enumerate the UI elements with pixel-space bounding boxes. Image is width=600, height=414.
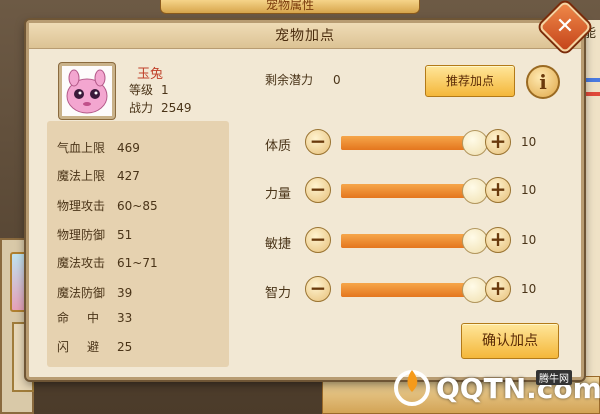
site-watermark: QQTN.com 腾牛网 xyxy=(388,362,600,410)
background-blue-stripe xyxy=(586,78,600,82)
flame-logo-icon xyxy=(394,370,430,406)
remaining-potential-value: 0 xyxy=(333,73,341,87)
decrease-button[interactable]: − xyxy=(305,227,331,253)
stat-value: 427 xyxy=(117,169,140,183)
remaining-potential-label: 剩余潜力 xyxy=(265,73,314,87)
attribute-label: 智力 xyxy=(265,286,292,301)
attribute-value: 10 xyxy=(521,183,537,197)
slider-fill xyxy=(341,136,475,150)
dialog-title: 宠物加点 xyxy=(275,28,335,44)
attribute-row-strength: 力量 − + 10 xyxy=(265,177,565,205)
decrease-button[interactable]: − xyxy=(305,177,331,203)
attribute-value: 10 xyxy=(521,135,537,149)
slider-fill xyxy=(341,234,475,248)
decrease-button[interactable]: − xyxy=(305,276,331,302)
watermark-tag: 腾牛网 xyxy=(536,370,572,385)
stat-label: 魔法上限 xyxy=(57,169,106,183)
increase-button[interactable]: + xyxy=(485,276,511,302)
background-red-stripe xyxy=(586,92,600,96)
slider-fill xyxy=(341,184,475,198)
slider-fill xyxy=(341,283,475,297)
stat-row: 闪避25 xyxy=(57,338,132,355)
stats-panel: 气血上限 469 魔法上限 427 物理攻击 60~85 物理防御 51 魔法攻击 61~… xyxy=(47,121,229,367)
pet-level: 等级 1 xyxy=(129,81,169,98)
stat-value: 51 xyxy=(117,228,133,242)
increase-button[interactable]: + xyxy=(485,129,511,155)
increase-button[interactable]: + xyxy=(485,177,511,203)
rabbit-pet-icon xyxy=(62,66,112,116)
attribute-label: 力量 xyxy=(265,187,292,202)
stat-value: 60~85 xyxy=(117,199,158,213)
stat-row: 魔法攻击 61~71 xyxy=(57,254,158,271)
confirm-allocate-button[interactable]: 确认加点 xyxy=(461,323,559,359)
attribute-row-agility: 敏捷 − + 10 xyxy=(265,227,565,255)
pet-power-value: 2549 xyxy=(161,101,192,115)
watermark-text: QQTN.com xyxy=(436,372,600,405)
recommend-allocate-button[interactable]: 推荐加点 xyxy=(425,65,515,97)
attribute-slider[interactable] xyxy=(341,130,488,156)
stat-row: 魔法防御 39 xyxy=(57,284,132,301)
attribute-label: 体质 xyxy=(265,139,292,154)
stat-value: 25 xyxy=(117,340,133,354)
attribute-label: 敏捷 xyxy=(265,237,292,252)
stat-value: 61~71 xyxy=(117,256,158,270)
pet-name: 玉兔 xyxy=(137,67,164,82)
stat-label: 气血上限 xyxy=(57,141,106,155)
background-title-banner: 宠物属性 xyxy=(160,0,420,14)
attribute-value: 10 xyxy=(521,282,537,296)
pet-power: 战力 2549 xyxy=(129,99,192,116)
pet-power-label: 战力 xyxy=(129,101,154,115)
pet-level-label: 等级 xyxy=(129,83,154,97)
stat-value: 33 xyxy=(117,311,133,325)
attribute-row-intelligence: 智力 − + 10 xyxy=(265,276,565,304)
stat-row: 物理防御 51 xyxy=(57,226,132,243)
stat-row: 命中33 xyxy=(57,309,132,326)
attribute-row-constitution: 体质 − + 10 xyxy=(265,129,565,157)
stat-label: 物理防御 xyxy=(57,228,106,242)
stat-value: 469 xyxy=(117,141,140,155)
attribute-slider[interactable] xyxy=(341,178,488,204)
stat-value: 39 xyxy=(117,286,133,300)
stat-label: 闪避 xyxy=(57,340,118,354)
stat-row: 物理攻击 60~85 xyxy=(57,197,158,214)
attribute-value: 10 xyxy=(521,233,537,247)
attribute-slider[interactable] xyxy=(341,277,488,303)
stat-row: 魔法上限 427 xyxy=(57,167,140,184)
stat-label: 物理攻击 xyxy=(57,199,106,213)
attribute-slider[interactable] xyxy=(341,228,488,254)
decrease-button[interactable]: − xyxy=(305,129,331,155)
increase-button[interactable]: + xyxy=(485,227,511,253)
pet-level-value: 1 xyxy=(161,83,169,97)
pet-allocate-dialog: 宠物加点 玉兔 等级 1 战力 2549 气血上限 469 魔法上限 427 物理攻击 6… xyxy=(26,20,584,380)
stat-label: 命中 xyxy=(57,311,118,325)
pet-avatar xyxy=(59,63,115,119)
remaining-potential: 剩余潜力 0 xyxy=(265,71,341,88)
close-icon: ✕ xyxy=(555,14,575,39)
info-icon[interactable]: i xyxy=(526,65,560,99)
dialog-title-bar: 宠物加点 xyxy=(29,23,581,49)
stat-row: 气血上限 469 xyxy=(57,139,140,156)
stat-label: 魔法防御 xyxy=(57,286,106,300)
stat-label: 魔法攻击 xyxy=(57,256,106,270)
